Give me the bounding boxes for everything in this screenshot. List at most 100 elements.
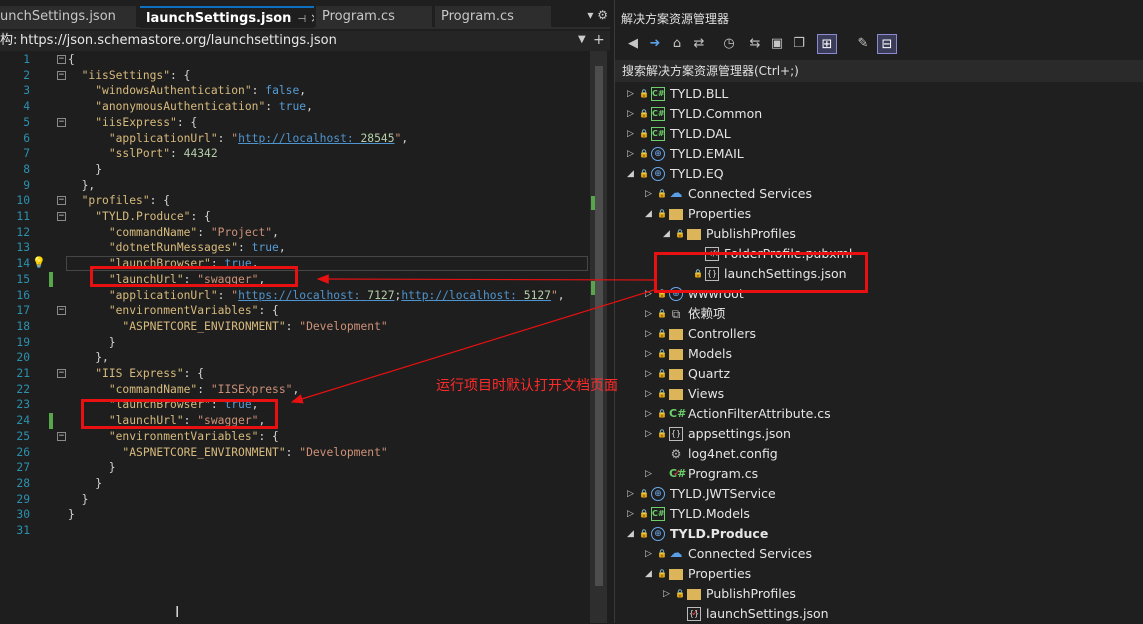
code-line[interactable]: 31 xyxy=(0,523,590,539)
code-line[interactable]: 18 "ASPNETCORE_ENVIRONMENT": "Developmen… xyxy=(0,319,590,335)
code-area[interactable]: 1−{2− "iisSettings": {3 "windowsAuthenti… xyxy=(0,51,590,623)
expanded-arrow-icon[interactable]: ◢ xyxy=(663,224,670,244)
fold-toggle-icon[interactable]: − xyxy=(57,306,66,316)
tree-item[interactable]: ▷ 🔒 C# TYLD.Models xyxy=(615,504,1143,524)
tree-item[interactable]: ◢ 🔒 PublishProfiles xyxy=(615,224,1143,244)
expanded-arrow-icon[interactable]: ◢ xyxy=(645,204,652,224)
fold-toggle-icon[interactable]: − xyxy=(57,55,66,64)
tab-launchsettings-json-1[interactable]: unchSettings.json xyxy=(0,6,136,28)
collapsed-arrow-icon[interactable]: ▷ xyxy=(645,464,652,484)
tree-item[interactable]: ✓{} launchSettings.json xyxy=(615,604,1143,624)
pending-changes-icon[interactable]: ◷ xyxy=(719,34,739,54)
code-line[interactable]: 26 "ASPNETCORE_ENVIRONMENT": "Developmen… xyxy=(0,445,590,461)
tab-launchsettings-json-active[interactable]: launchSettings.json ⊣ × xyxy=(140,6,314,28)
expanded-arrow-icon[interactable]: ◢ xyxy=(627,524,634,544)
collapsed-arrow-icon[interactable]: ▷ xyxy=(627,104,634,124)
collapsed-arrow-icon[interactable]: ▷ xyxy=(627,484,634,504)
expanded-arrow-icon[interactable]: ◢ xyxy=(645,564,652,584)
code-line[interactable]: 5 − "iisExpress": { xyxy=(0,115,590,131)
fold-toggle-icon[interactable]: − xyxy=(57,369,66,378)
code-line[interactable]: 25 − "environmentVariables": { xyxy=(0,429,590,445)
code-line[interactable]: 17 − "environmentVariables": { xyxy=(0,303,590,319)
tab-program-cs-1[interactable]: Program.cs xyxy=(316,6,432,28)
tree-item[interactable]: ▷ 🔒 PublishProfiles xyxy=(615,584,1143,604)
code-line[interactable]: 29 } xyxy=(0,492,590,508)
fold-toggle-icon[interactable]: − xyxy=(57,212,66,221)
expanded-arrow-icon[interactable]: ◢ xyxy=(627,164,634,184)
tree-item[interactable]: ▷ 🔒 Models xyxy=(615,344,1143,364)
code-line[interactable]: 10 − "profiles": { xyxy=(0,193,590,209)
code-line[interactable]: 11 − "TYLD.Produce": { xyxy=(0,209,590,225)
code-line[interactable]: 12 "commandName": "Project", xyxy=(0,225,590,241)
code-line[interactable]: 9 }, xyxy=(0,178,590,194)
collapsed-arrow-icon[interactable]: ▷ xyxy=(627,124,634,144)
tree-item[interactable]: ▷ ✓ C# Program.cs xyxy=(615,464,1143,484)
tree-item[interactable]: ▷ 🔒 Views xyxy=(615,384,1143,404)
code-line[interactable]: 4 "anonymousAuthentication": true, xyxy=(0,99,590,115)
collapsed-arrow-icon[interactable]: ▷ xyxy=(645,544,652,564)
collapsed-arrow-icon[interactable]: ▷ xyxy=(645,404,652,424)
code-line[interactable]: 28 } xyxy=(0,476,590,492)
split-icon[interactable]: + xyxy=(593,30,605,50)
forward-icon[interactable]: ➜ xyxy=(645,34,665,54)
collapsed-arrow-icon[interactable]: ▷ xyxy=(645,324,652,344)
tree-item[interactable]: ▷ 🔒 ⧉ 依赖项 xyxy=(615,304,1143,324)
collapsed-arrow-icon[interactable]: ▷ xyxy=(645,304,652,324)
tree-item[interactable]: ▷ 🔒 ☁ Connected Services xyxy=(615,184,1143,204)
collapsed-arrow-icon[interactable]: ▷ xyxy=(627,84,634,104)
fold-toggle-icon[interactable]: − xyxy=(57,117,66,127)
collapsed-arrow-icon[interactable]: ▷ xyxy=(627,504,634,524)
tree-item[interactable]: ▷ 🔒 ⊕ TYLD.JWTService xyxy=(615,484,1143,504)
tree-item[interactable]: ▷ 🔒 C# ActionFilterAttribute.cs xyxy=(615,404,1143,424)
collapsed-arrow-icon[interactable]: ▷ xyxy=(645,344,652,364)
code-line[interactable]: 16 "applicationUrl": "https://localhost:… xyxy=(0,288,590,304)
code-line[interactable]: 6 "applicationUrl": "http://localhost: 2… xyxy=(0,131,590,147)
solution-search-input[interactable]: 搜索解决方案资源管理器(Ctrl+;) xyxy=(615,60,1143,82)
fold-toggle-icon[interactable]: − xyxy=(57,431,66,441)
sync-icon[interactable]: ⇆ xyxy=(745,34,765,54)
code-line[interactable]: 2 − "iisSettings": { xyxy=(0,68,590,84)
home-icon[interactable]: ⌂ xyxy=(667,34,687,54)
tree-item[interactable]: ▷ 🔒 Controllers xyxy=(615,324,1143,344)
tree-item[interactable]: ⚙ log4net.config xyxy=(615,444,1143,464)
chevron-down-icon[interactable]: ▼ xyxy=(578,30,586,50)
back-icon[interactable]: ◀ xyxy=(623,34,643,54)
fold-toggle-icon[interactable]: − xyxy=(57,70,66,80)
preview-selected-icon[interactable]: ⊞ xyxy=(817,34,837,54)
tree-item[interactable]: ▷ 🔒{} appsettings.json xyxy=(615,424,1143,444)
tree-item[interactable]: ▷ 🔒 ⊕ TYLD.EMAIL xyxy=(615,144,1143,164)
tab-list-dropdown-icon[interactable]: ▾ ⚙ xyxy=(587,8,608,22)
code-line[interactable]: 13 "dotnetRunMessages": true, xyxy=(0,240,590,256)
schema-url[interactable]: https://json.schemastore.org/launchsetti… xyxy=(20,31,337,51)
collapsed-arrow-icon[interactable]: ▷ xyxy=(645,284,652,304)
code-line[interactable]: 8 } xyxy=(0,162,590,178)
tree-item[interactable]: ▷ 🔒 Quartz xyxy=(615,364,1143,384)
tree-item[interactable]: ▷ 🔒 C# TYLD.BLL xyxy=(615,84,1143,104)
tree-item[interactable]: ◢ 🔒 ⊕ TYLD.Produce xyxy=(615,524,1143,544)
code-line[interactable]: 1 −{ xyxy=(0,52,590,68)
code-line[interactable]: 7 "sslPort": 44342 xyxy=(0,146,590,162)
tree-item[interactable]: ▷ 🔒 C# TYLD.DAL xyxy=(615,124,1143,144)
code-line[interactable]: 19 } xyxy=(0,335,590,351)
switch-views-icon[interactable]: ⇄ xyxy=(689,34,709,54)
code-line[interactable]: 20 }, xyxy=(0,350,590,366)
properties-wrench-icon[interactable]: ✎ xyxy=(853,34,873,54)
pin-toolwindow-icon[interactable]: ⊟ xyxy=(877,34,897,54)
tree-item[interactable]: ◢ 🔒 Properties xyxy=(615,564,1143,584)
collapsed-arrow-icon[interactable]: ▷ xyxy=(645,384,652,404)
tree-item[interactable]: ◢ 🔒 ⊕ TYLD.EQ xyxy=(615,164,1143,184)
close-icon[interactable]: × xyxy=(310,11,314,25)
show-all-files-icon[interactable]: ❐ xyxy=(789,34,809,54)
tree-item[interactable]: ◢ 🔒 Properties xyxy=(615,204,1143,224)
collapsed-arrow-icon[interactable]: ▷ xyxy=(627,144,634,164)
scrollbar-thumb[interactable] xyxy=(595,66,603,586)
vertical-scrollbar[interactable] xyxy=(590,51,607,623)
collapsed-arrow-icon[interactable]: ▷ xyxy=(645,184,652,204)
code-line[interactable]: 3 "windowsAuthentication": false, xyxy=(0,83,590,99)
collapsed-arrow-icon[interactable]: ▷ xyxy=(645,364,652,384)
code-line[interactable]: 27 } xyxy=(0,460,590,476)
code-line[interactable]: 30} xyxy=(0,507,590,523)
pin-icon[interactable]: ⊣ xyxy=(297,14,306,25)
lightbulb-icon[interactable]: 💡 xyxy=(32,256,46,269)
collapsed-arrow-icon[interactable]: ▷ xyxy=(663,584,670,604)
